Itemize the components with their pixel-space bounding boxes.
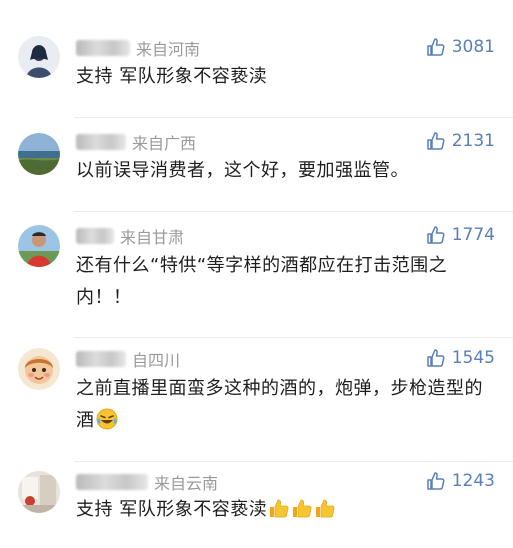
comment-item: 来自云南 1243 支持 军队形象不容亵渎 [0, 0, 513, 548]
avatar[interactable] [18, 471, 60, 513]
username-blurred[interactable] [76, 474, 148, 490]
comment-location: 来自云南 [154, 474, 219, 493]
thumbs-up-emoji-icon [268, 497, 290, 530]
thumbs-up-emoji-icon [291, 497, 313, 530]
thumbs-up-icon [426, 472, 445, 490]
comment-meta: 来自云南 [76, 471, 218, 493]
thumbs-up-emoji-icon [314, 497, 336, 530]
comment-text: 支持 军队形象不容亵渎 [76, 494, 489, 530]
like-button[interactable]: 1243 [426, 469, 495, 493]
like-count: 1243 [451, 471, 495, 491]
